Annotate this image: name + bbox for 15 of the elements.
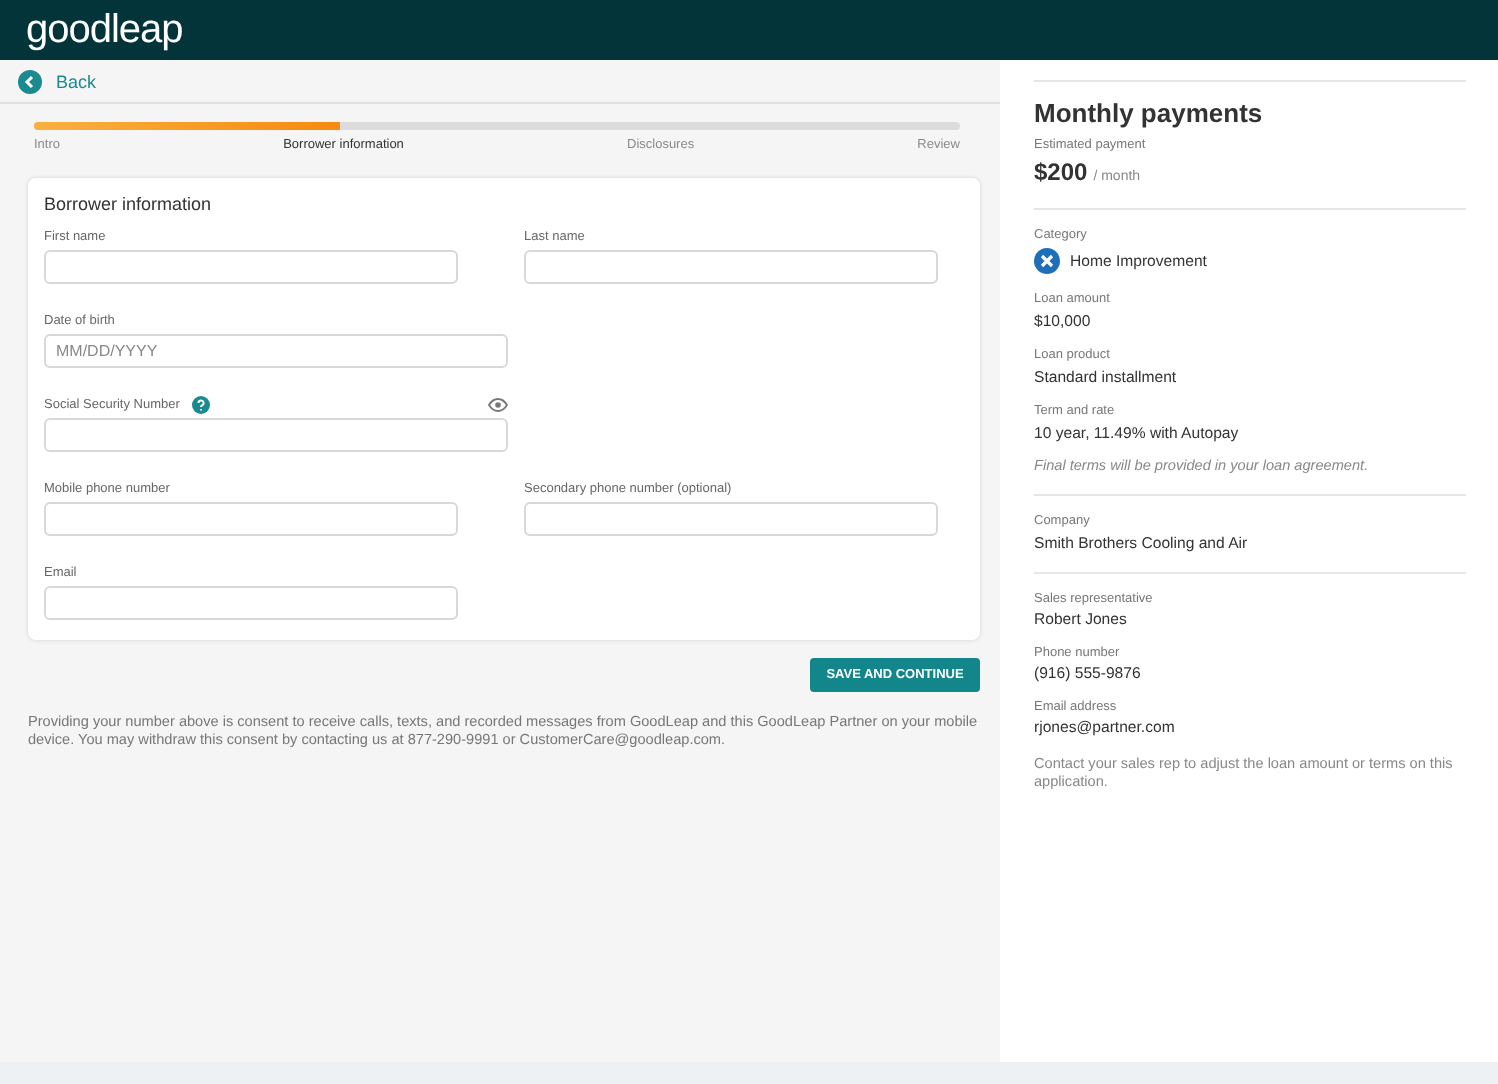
input-field[interactable] xyxy=(524,502,938,536)
eye-icon[interactable] xyxy=(488,397,508,411)
input-field[interactable]: MM/DD/YYYY xyxy=(44,334,508,368)
help-icon xyxy=(191,395,210,413)
payment-amount: $200 xyxy=(1034,158,1088,186)
input-field[interactable] xyxy=(44,586,458,620)
summary-title: Monthly payments xyxy=(1034,98,1265,128)
input-field[interactable] xyxy=(44,502,458,536)
logo: goodleap xyxy=(26,7,183,53)
back-link[interactable]: Back xyxy=(18,69,97,93)
input-field[interactable] xyxy=(44,250,458,284)
chevron-left-icon xyxy=(18,69,42,93)
input-field[interactable] xyxy=(44,418,508,452)
input-field[interactable] xyxy=(524,250,938,284)
form-title: Borrower information xyxy=(44,194,214,214)
